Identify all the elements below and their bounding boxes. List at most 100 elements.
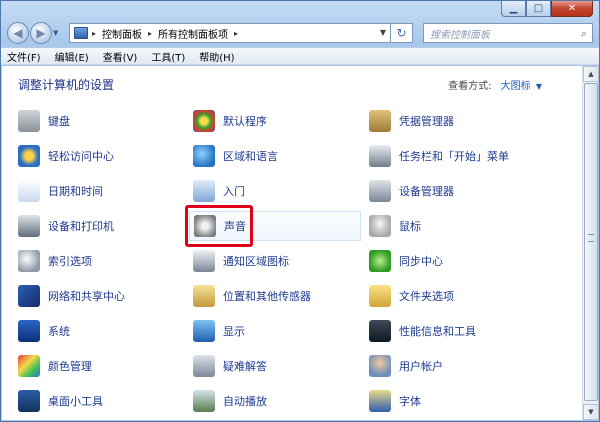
address-dropdown-icon[interactable]: ▼ bbox=[380, 28, 386, 37]
control-panel-item-label: 设备和打印机 bbox=[48, 220, 114, 233]
mouse-icon bbox=[369, 215, 391, 237]
search-icon[interactable]: ⌕ bbox=[581, 27, 587, 41]
control-panel-item-label: 同步中心 bbox=[399, 255, 443, 268]
device-manager-icon bbox=[369, 180, 391, 202]
control-panel-item-label: 自动播放 bbox=[223, 395, 267, 408]
back-button[interactable]: ◀ bbox=[7, 22, 29, 44]
view-by-label: 查看方式: bbox=[448, 81, 492, 92]
navigation-bar: ◀ ▶ ▼ ▸ 控制面板 ▸ 所有控制面板项 ▸ ▼ ↻ 搜索控制面板 ⌕ bbox=[7, 21, 593, 45]
control-panel-item-label: 网络和共享中心 bbox=[48, 290, 125, 303]
scroll-up-button[interactable]: ▲ bbox=[583, 66, 599, 82]
control-panel-item-label: 字体 bbox=[399, 395, 421, 408]
control-panel-window: ▁ □ ✕ ◀ ▶ ▼ ▸ 控制面板 ▸ 所有控制面板项 ▸ ▼ ↻ 搜索控制面… bbox=[0, 0, 600, 422]
control-panel-item[interactable]: 凭据管理器 bbox=[369, 106, 541, 136]
control-panel-item[interactable]: 入门 bbox=[193, 176, 365, 206]
control-panel-item[interactable]: 同步中心 bbox=[369, 246, 541, 276]
breadcrumb-separator: ▸ bbox=[148, 28, 153, 38]
control-panel-item[interactable]: 颜色管理 bbox=[18, 351, 190, 381]
forward-button[interactable]: ▶ bbox=[30, 22, 52, 44]
control-panel-item[interactable]: 性能信息和工具 bbox=[369, 316, 541, 346]
control-panel-item-label: 设备管理器 bbox=[399, 185, 454, 198]
vertical-scrollbar[interactable]: ▲ ▼ bbox=[582, 66, 599, 420]
control-panel-item-label: 任务栏和「开始」菜单 bbox=[399, 150, 509, 163]
control-panel-item-label: 用户帐户 bbox=[399, 360, 443, 373]
menu-edit[interactable]: 编辑(E) bbox=[55, 49, 89, 64]
page-title: 调整计算机的设置 bbox=[18, 78, 115, 92]
scrollbar-thumb[interactable] bbox=[584, 83, 598, 401]
menu-tools[interactable]: 工具(T) bbox=[151, 49, 185, 64]
control-panel-item[interactable]: 通知区域图标 bbox=[193, 246, 365, 276]
control-panel-item[interactable]: 任务栏和「开始」菜单 bbox=[369, 141, 541, 171]
breadcrumb-all-items[interactable]: 所有控制面板项 bbox=[158, 26, 228, 41]
control-panel-item-label: 区域和语言 bbox=[223, 150, 278, 163]
menu-view[interactable]: 查看(V) bbox=[103, 49, 138, 64]
address-bar[interactable]: ▸ 控制面板 ▸ 所有控制面板项 ▸ ▼ bbox=[69, 23, 391, 43]
control-panel-item-label: 疑难解答 bbox=[223, 360, 267, 373]
minimize-button[interactable]: ▁ bbox=[501, 1, 526, 17]
control-panel-item-label: 日期和时间 bbox=[48, 185, 103, 198]
control-panel-item-label: 通知区域图标 bbox=[223, 255, 289, 268]
control-panel-item-label: 索引选项 bbox=[48, 255, 92, 268]
menu-help[interactable]: 帮助(H) bbox=[199, 49, 234, 64]
control-panel-item-label: 文件夹选项 bbox=[399, 290, 454, 303]
close-button[interactable]: ✕ bbox=[551, 1, 593, 17]
control-panel-item[interactable]: 网络和共享中心 bbox=[18, 281, 190, 311]
control-panel-item-label: 轻松访问中心 bbox=[48, 150, 114, 163]
search-input[interactable]: 搜索控制面板 ⌕ bbox=[423, 23, 593, 43]
region-language-icon bbox=[193, 145, 215, 167]
control-panel-item[interactable]: 日期和时间 bbox=[18, 176, 190, 206]
control-panel-item-label: 桌面小工具 bbox=[48, 395, 103, 408]
getting-started-icon bbox=[193, 180, 215, 202]
control-panel-item[interactable]: 键盘 bbox=[18, 106, 190, 136]
control-panel-item[interactable]: 位置和其他传感器 bbox=[193, 281, 365, 311]
control-panel-item[interactable]: 设备和打印机 bbox=[18, 211, 190, 241]
content-area: 调整计算机的设置 查看方式: 大图标 ▼ 键盘 默认程序 凭据管理器轻松访问中心 区域… bbox=[2, 66, 582, 420]
menu-file[interactable]: 文件(F) bbox=[7, 49, 41, 64]
chevron-down-icon[interactable]: ▼ bbox=[536, 82, 542, 91]
user-accounts-icon bbox=[369, 355, 391, 377]
autoplay-icon bbox=[193, 390, 215, 412]
control-panel-item[interactable]: 设备管理器 bbox=[369, 176, 541, 206]
sync-center-icon bbox=[369, 250, 391, 272]
control-panel-item[interactable]: 系统 bbox=[18, 316, 190, 346]
troubleshooting-icon bbox=[193, 355, 215, 377]
control-panel-icon bbox=[74, 27, 88, 39]
fonts-icon bbox=[369, 390, 391, 412]
view-by-dropdown[interactable]: 大图标 bbox=[501, 81, 531, 92]
network-sharing-icon bbox=[18, 285, 40, 307]
maximize-button[interactable]: □ bbox=[526, 1, 551, 17]
ease-of-access-icon bbox=[18, 145, 40, 167]
control-panel-item-label: 键盘 bbox=[48, 115, 70, 128]
control-panel-item-label: 鼠标 bbox=[399, 220, 421, 233]
control-panel-item-label: 系统 bbox=[48, 325, 70, 338]
breadcrumb-control-panel[interactable]: 控制面板 bbox=[102, 26, 142, 41]
control-panel-item[interactable]: 显示 bbox=[193, 316, 365, 346]
refresh-button[interactable]: ↻ bbox=[391, 23, 413, 43]
control-panel-item[interactable]: 疑难解答 bbox=[193, 351, 365, 381]
control-panel-item[interactable]: 自动播放 bbox=[193, 386, 365, 416]
back-arrow-icon: ◀ bbox=[13, 26, 23, 40]
system-icon bbox=[18, 320, 40, 342]
scroll-down-button[interactable]: ▼ bbox=[583, 404, 599, 420]
color-management-icon bbox=[18, 355, 40, 377]
control-panel-item[interactable]: 文件夹选项 bbox=[369, 281, 541, 311]
control-panel-item[interactable]: 用户帐户 bbox=[369, 351, 541, 381]
control-panel-item-label: 凭据管理器 bbox=[399, 115, 454, 128]
taskbar-start-menu-icon bbox=[369, 145, 391, 167]
control-panel-item[interactable]: 桌面小工具 bbox=[18, 386, 190, 416]
control-panel-item[interactable]: 轻松访问中心 bbox=[18, 141, 190, 171]
control-panel-item[interactable]: 默认程序 bbox=[193, 106, 365, 136]
breadcrumb-separator: ▸ bbox=[234, 28, 239, 38]
recent-pages-dropdown[interactable]: ▼ bbox=[53, 29, 63, 37]
control-panel-item[interactable]: 鼠标 bbox=[369, 211, 541, 241]
indexing-options-icon bbox=[18, 250, 40, 272]
desktop-gadgets-icon bbox=[18, 390, 40, 412]
display-icon bbox=[193, 320, 215, 342]
default-programs-icon bbox=[193, 110, 215, 132]
search-placeholder: 搜索控制面板 bbox=[430, 29, 490, 41]
highlight-annotation bbox=[185, 205, 253, 247]
control-panel-item[interactable]: 索引选项 bbox=[18, 246, 190, 276]
location-sensors-icon bbox=[193, 285, 215, 307]
control-panel-item[interactable]: 字体 bbox=[369, 386, 541, 416]
control-panel-item[interactable]: 区域和语言 bbox=[193, 141, 365, 171]
